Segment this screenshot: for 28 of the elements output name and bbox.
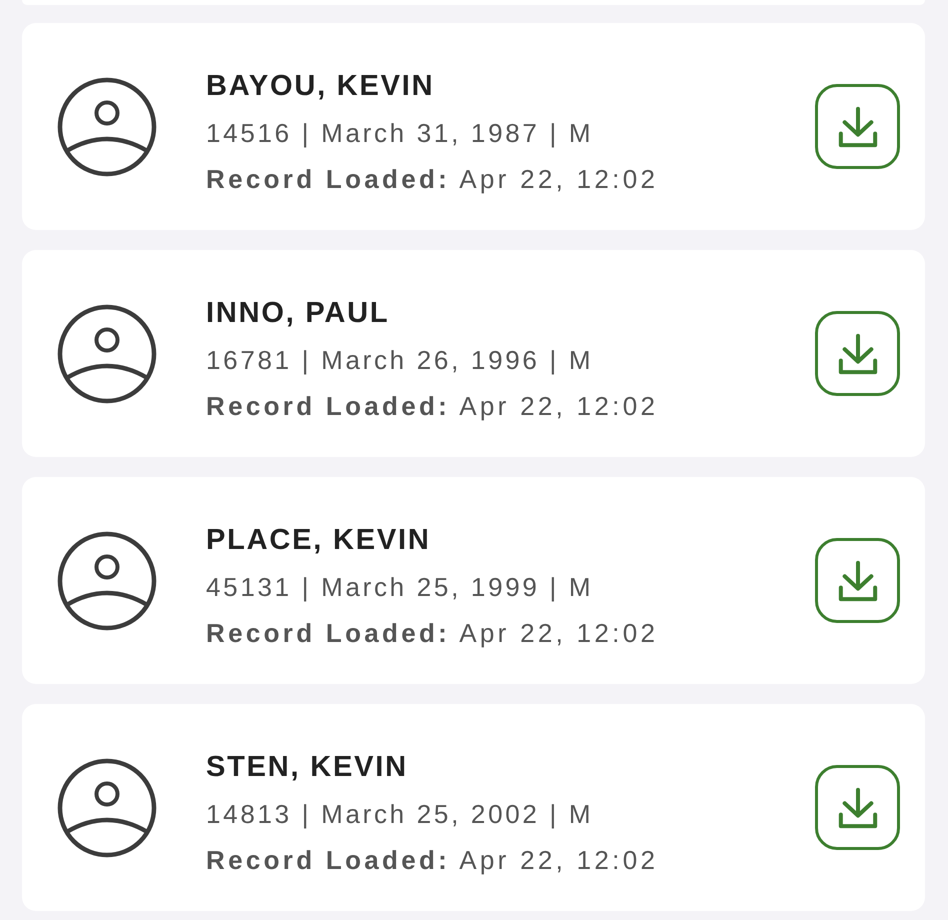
patient-card[interactable]: STEN, KEVIN 14813 | March 25, 2002 | M Record Loaded: Apr 22, 12:02 (22, 704, 925, 911)
record-loaded-text: Record Loaded: Apr 22, 12:02 (206, 617, 660, 650)
patient-name: STEN, KEVIN (206, 750, 409, 785)
patient-card[interactable]: INNO, PAUL 16781 | March 26, 1996 | M Record Loaded: Apr 22, 12:02 (22, 250, 925, 457)
user-avatar-icon (57, 530, 157, 630)
patient-name: BAYOU, KEVIN (206, 69, 436, 104)
record-loaded-text: Record Loaded: Apr 22, 12:02 (206, 163, 660, 196)
record-loaded-text: Record Loaded: Apr 22, 12:02 (206, 844, 660, 877)
user-avatar-icon (57, 304, 157, 404)
download-icon (838, 106, 878, 148)
patient-card[interactable]: BAYOU, KEVIN 14516 | March 31, 1987 | M Record Loaded: Apr 22, 12:02 (22, 23, 925, 230)
patient-details: 14813 | March 25, 2002 | M (206, 798, 594, 831)
user-avatar-icon (57, 758, 157, 858)
download-button[interactable] (815, 84, 900, 169)
download-icon (838, 332, 878, 374)
download-icon (838, 786, 878, 828)
patient-details: 45131 | March 25, 1999 | M (206, 571, 594, 604)
download-button[interactable] (815, 765, 900, 850)
patient-details: 14516 | March 31, 1987 | M (206, 117, 594, 150)
download-icon (838, 560, 878, 602)
user-avatar-icon (57, 76, 157, 176)
patient-card[interactable]: PLACE, KEVIN 45131 | March 25, 1999 | M Record Loaded: Apr 22, 12:02 (22, 477, 925, 684)
download-button[interactable] (815, 311, 900, 396)
patient-details: 16781 | March 26, 1996 | M (206, 344, 594, 377)
record-loaded-text: Record Loaded: Apr 22, 12:02 (206, 390, 660, 423)
patient-name: INNO, PAUL (206, 296, 390, 331)
patient-name: PLACE, KEVIN (206, 523, 432, 558)
download-button[interactable] (815, 538, 900, 623)
